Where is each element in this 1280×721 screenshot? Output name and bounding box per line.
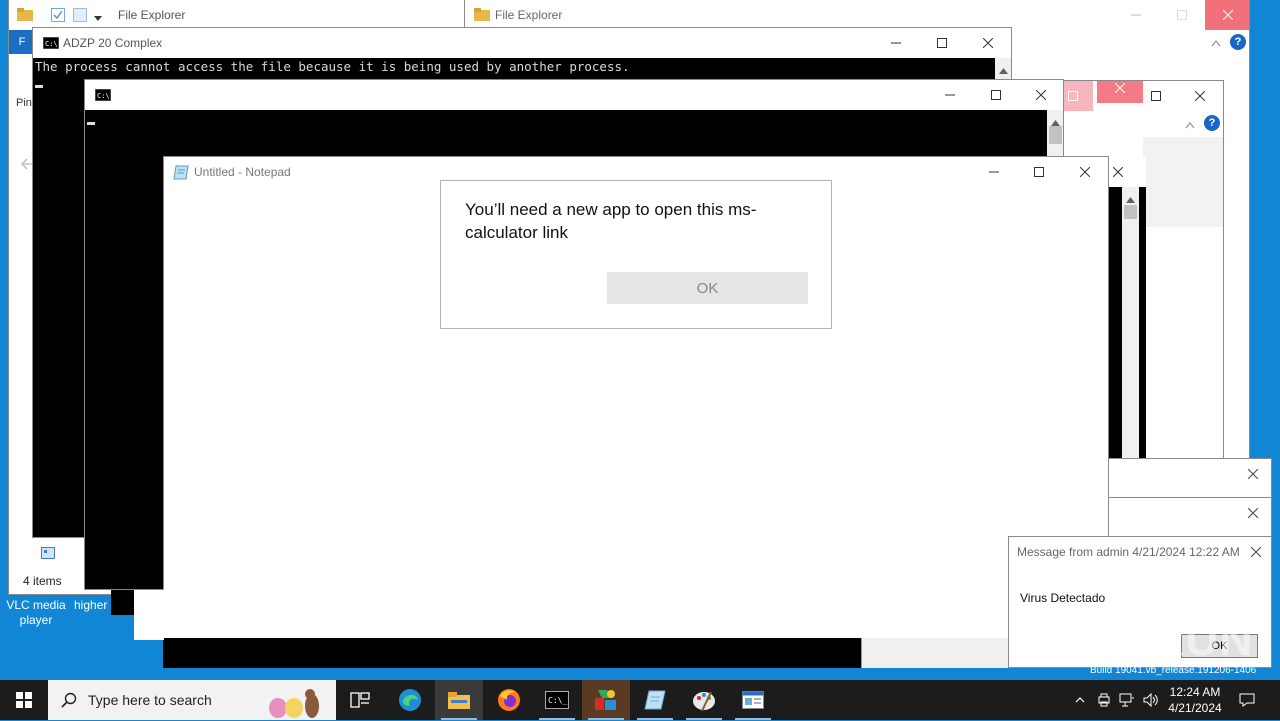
notepad-icon [173,165,189,183]
network-icon[interactable] [1116,680,1138,720]
desktop-icon-higher[interactable]: higher [74,598,114,613]
content-pane [1143,137,1223,227]
popup-window-2[interactable] [1108,497,1272,537]
search-box[interactable]: Type here to search [48,680,336,720]
chevron-down-icon[interactable] [94,11,102,25]
scroll-up-icon[interactable] [999,63,1008,77]
message-body: Virus Detectado [1020,591,1106,605]
clock-time: 12:24 AM [1169,685,1221,699]
firefox-icon[interactable] [485,680,533,720]
search-icon [61,692,77,711]
window-title: Untitled - Notepad [194,165,291,179]
svg-text:C:\: C:\ [45,40,58,48]
scrollbar[interactable] [1122,187,1139,459]
properties-icon[interactable] [51,8,65,25]
notepad-taskbar-icon[interactable] [631,680,679,720]
close-button[interactable] [965,28,1011,58]
maximize-button[interactable] [1016,157,1062,187]
minimize-button[interactable] [1113,0,1159,30]
desktop-icon-strip-white [134,590,164,640]
console-error-text: The process cannot access the file becau… [35,59,630,74]
folder-icon [474,7,490,24]
close-button[interactable] [1235,459,1271,489]
new-folder-icon[interactable] [73,8,87,25]
console-icon: C:\ [94,88,112,104]
maximize-button[interactable] [1133,81,1179,111]
details-view-icon[interactable] [41,547,55,562]
clock[interactable]: 12:24 AM 4/21/2024 [1164,680,1226,720]
close-button[interactable] [1018,80,1063,110]
task-view-icon[interactable] [336,680,384,720]
console-window-fourth [163,638,861,668]
window-title: File Explorer [495,8,563,22]
scroll-thumb[interactable] [1049,126,1062,144]
notification-icon[interactable] [1232,680,1262,720]
minimize-button[interactable] [873,28,919,58]
desktop-icon-vlc[interactable]: VLC media player [4,598,68,628]
file-explorer-icon[interactable] [435,680,483,720]
svg-text:C:\: C:\ [97,92,110,100]
status-item-count: 4 items [23,574,62,588]
text-cursor [35,85,43,88]
anyrun-watermark: ANY RUN [1038,613,1254,665]
build-info-text: Build 19041.vb_release.191206-1406 [1090,665,1257,676]
scroll-up-icon[interactable] [1126,192,1135,206]
tray-chevron-up-icon[interactable] [1070,680,1090,720]
dialog-message: You’ll need a new app to open this ms-ca… [465,200,757,242]
close-button[interactable] [1177,81,1223,111]
app-blocks-icon[interactable] [582,680,630,720]
ok-button-label: OK [696,279,719,297]
window-title: ADZP 20 Complex [63,36,163,50]
message-header: Message from admin 4/21/2024 12:22 AM [1017,545,1240,559]
clock-date: 4/21/2024 [1168,701,1222,715]
maximize-button[interactable] [1159,0,1205,30]
start-button[interactable] [0,680,48,720]
ok-button[interactable]: OK [607,272,808,304]
taskbar: Type here to search C:\_ 12:24 AM 4/21/2… [0,680,1280,720]
cmd-icon[interactable]: C:\_ [533,680,581,720]
minimize-button[interactable] [971,157,1017,187]
volume-icon[interactable] [1140,680,1162,720]
svg-text:C:\_: C:\_ [548,696,567,705]
maximize-button[interactable] [973,80,1019,110]
help-icon[interactable]: ? [1204,115,1220,131]
folder-icon [17,7,33,24]
chevron-up-icon[interactable] [1211,36,1221,50]
console-icon: C:\ [42,36,60,52]
close-button[interactable] [1205,0,1249,30]
close-button[interactable] [1239,537,1271,567]
windows-icon [16,692,32,708]
chevron-up-icon[interactable] [1185,118,1195,132]
close-button[interactable] [1235,498,1271,528]
window-title: File Explorer [118,8,186,22]
maximize-button[interactable] [919,28,965,58]
minimize-button[interactable] [927,80,973,110]
popup-window-1[interactable] [1108,458,1272,498]
paint-icon[interactable] [680,680,728,720]
ribbon-file-tab-label: F [18,36,26,48]
text-cursor [87,122,95,125]
easter-eggs-icon [256,684,334,721]
edge-icon[interactable] [386,680,434,720]
desktop-icon-label: VLC media player [6,598,66,627]
message-app-icon[interactable] [729,680,777,720]
scroll-thumb[interactable] [1124,205,1137,219]
nav-pin-label: Pin [16,97,32,109]
help-icon[interactable]: ? [1230,34,1246,50]
desktop-icon-label: higher [74,598,108,612]
close-button[interactable] [1062,157,1108,187]
app-link-dialog[interactable]: You’ll need a new app to open this ms-ca… [440,180,832,329]
search-input[interactable]: Type here to search [88,692,212,708]
background-window-strip [861,638,1010,668]
printer-icon[interactable] [1094,680,1114,720]
